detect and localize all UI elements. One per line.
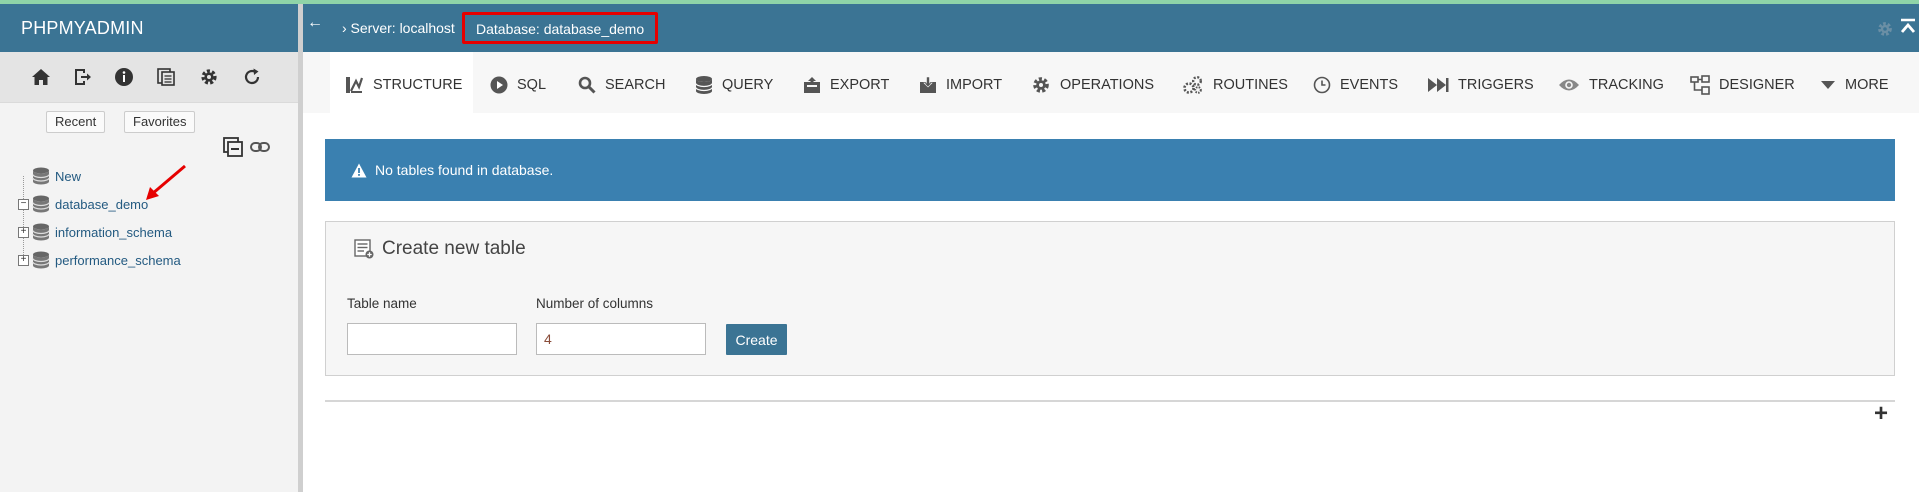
docs-icon[interactable] xyxy=(154,65,178,89)
expand-plus-icon[interactable]: + xyxy=(1874,400,1888,428)
events-clock-icon xyxy=(1313,76,1331,94)
collapse-nav-arrow-icon[interactable]: ← xyxy=(303,14,327,32)
collapse-all-icon[interactable] xyxy=(222,136,244,163)
reload-icon[interactable] xyxy=(240,65,264,89)
triggers-icon xyxy=(1428,78,1449,92)
tree-collapse-toggle[interactable]: − xyxy=(18,198,29,210)
import-icon xyxy=(920,76,936,93)
breadcrumb-bar: ← › Server: localhost Database: database… xyxy=(303,4,1919,52)
tree-item-new[interactable]: New xyxy=(18,164,81,188)
routines-icon xyxy=(1183,76,1202,94)
brand-logo[interactable]: PHPMYADMIN xyxy=(0,4,298,52)
database-tab-bar: Structure SQL Search Query Export Import… xyxy=(330,57,1919,113)
table-name-input[interactable] xyxy=(347,323,517,355)
database-icon xyxy=(32,195,50,213)
tab-export[interactable]: Export xyxy=(803,57,889,113)
number-of-columns-input[interactable] xyxy=(536,323,706,355)
tab-sql[interactable]: SQL xyxy=(490,57,546,113)
tab-structure[interactable]: Structure xyxy=(344,57,463,113)
tab-routines[interactable]: Routines xyxy=(1182,57,1288,113)
no-tables-notice: No tables found in database. xyxy=(325,139,1895,201)
create-table-panel: Create new table Table name Number of co… xyxy=(325,221,1895,376)
structure-icon xyxy=(346,77,364,93)
recent-button[interactable]: Recent xyxy=(46,111,106,133)
tree-item-label: information_schema xyxy=(55,224,173,240)
tab-designer[interactable]: Designer xyxy=(1690,57,1795,113)
logout-icon[interactable] xyxy=(70,65,94,89)
red-pointer-arrow-icon xyxy=(146,164,186,200)
tab-query[interactable]: Query xyxy=(695,57,773,113)
tree-expand-toggle[interactable]: + xyxy=(18,226,29,238)
settings-icon[interactable] xyxy=(197,65,221,89)
create-table-heading: Create new table xyxy=(354,238,526,260)
tree-item-label: performance_schema xyxy=(55,252,181,268)
breadcrumb-database[interactable]: Database: database_demo xyxy=(462,12,659,44)
tree-item-label: New xyxy=(55,168,82,184)
sql-icon xyxy=(490,76,508,94)
scroll-top-chevron-icon[interactable] xyxy=(1900,18,1916,41)
tree-expand-toggle[interactable]: + xyxy=(18,254,29,266)
favorites-button[interactable]: Favorites xyxy=(124,111,196,133)
navigation-panel: PHPMYADMIN Recent Favorites New − databa… xyxy=(0,4,298,492)
tab-triggers[interactable]: Triggers xyxy=(1427,57,1534,113)
more-caret-icon xyxy=(1821,81,1835,89)
tab-tracking[interactable]: Tracking xyxy=(1558,57,1664,113)
designer-icon xyxy=(1690,75,1710,95)
tab-more[interactable]: More xyxy=(1820,57,1889,113)
new-table-icon xyxy=(354,239,374,259)
home-icon[interactable] xyxy=(29,65,53,89)
tracking-eye-icon xyxy=(1559,79,1579,91)
tab-events[interactable]: Events xyxy=(1313,57,1398,113)
info-icon[interactable] xyxy=(112,65,136,89)
content-divider xyxy=(325,400,1895,402)
database-icon xyxy=(32,251,50,269)
export-icon xyxy=(804,77,820,93)
link-icon[interactable] xyxy=(250,140,270,163)
number-of-columns-label: Number of columns xyxy=(536,296,654,311)
create-table-button[interactable]: Create xyxy=(726,324,787,355)
nav-icon-bar xyxy=(0,52,298,103)
warning-icon xyxy=(351,163,367,177)
tree-item-performance-schema[interactable]: + performance_schema xyxy=(18,248,181,272)
tree-item-label: database_demo xyxy=(55,196,149,212)
database-icon xyxy=(32,223,50,241)
breadcrumb-server[interactable]: › Server: localhost xyxy=(342,20,455,36)
database-new-icon xyxy=(32,167,50,185)
page-settings-gear-icon[interactable] xyxy=(1876,20,1894,43)
table-name-label: Table name xyxy=(347,296,417,311)
notice-text: No tables found in database. xyxy=(375,162,554,178)
tab-operations[interactable]: Operations xyxy=(1031,57,1154,113)
search-icon xyxy=(578,76,596,94)
tab-search[interactable]: Search xyxy=(578,57,665,113)
operations-icon xyxy=(1033,77,1049,93)
tab-import[interactable]: Import xyxy=(919,57,1002,113)
query-icon xyxy=(695,76,713,94)
tree-item-database-demo[interactable]: − database_demo xyxy=(18,192,148,216)
tree-item-information-schema[interactable]: + information_schema xyxy=(18,220,172,244)
